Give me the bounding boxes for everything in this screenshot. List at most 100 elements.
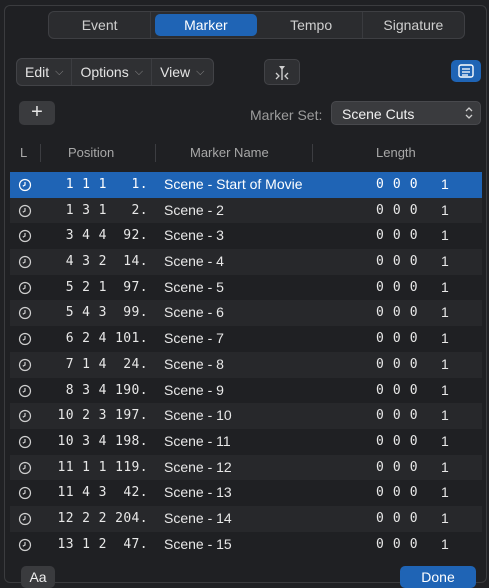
table-row[interactable]: 11 4 3 42. Scene - 13 0 0 0 1 — [10, 480, 482, 506]
marker-position[interactable]: 5 2 1 97. — [40, 275, 148, 301]
marker-length[interactable]: 0 0 0 — [376, 455, 418, 481]
marker-length[interactable]: 0 0 0 — [376, 249, 418, 275]
lock-clock-icon[interactable] — [18, 178, 32, 192]
marker-name[interactable]: Scene - 10 — [164, 403, 232, 429]
marker-position[interactable]: 10 3 4 198. — [40, 429, 148, 455]
table-row[interactable]: 10 3 4 198. Scene - 11 0 0 0 1 — [10, 429, 482, 455]
marker-position[interactable]: 8 3 4 190. — [40, 378, 148, 404]
table-row[interactable]: 5 2 1 97. Scene - 5 0 0 0 1 — [10, 275, 482, 301]
lock-clock-icon[interactable] — [18, 461, 32, 475]
marker-length-ticks[interactable]: 1 — [441, 172, 449, 198]
lock-clock-icon[interactable] — [18, 486, 32, 500]
marker-length[interactable]: 0 0 0 — [376, 300, 418, 326]
lock-clock-icon[interactable] — [18, 229, 32, 243]
table-row[interactable]: 10 2 3 197. Scene - 10 0 0 0 1 — [10, 403, 482, 429]
table-row[interactable]: 7 1 4 24. Scene - 8 0 0 0 1 — [10, 351, 482, 378]
table-row[interactable]: 5 4 3 99. Scene - 6 0 0 0 1 — [10, 300, 482, 327]
marker-name[interactable]: Scene - 11 — [164, 429, 231, 455]
marker-length[interactable]: 0 0 0 — [376, 223, 418, 249]
marker-position[interactable]: 11 1 1 119. — [40, 455, 148, 481]
edit-menu[interactable]: Edit ⌵ — [17, 59, 73, 85]
column-header-length[interactable]: Length — [376, 138, 416, 168]
table-row[interactable]: 4 3 2 14. Scene - 4 0 0 0 1 — [10, 249, 482, 275]
table-row[interactable]: 8 3 4 190. Scene - 9 0 0 0 1 — [10, 378, 482, 404]
table-row[interactable]: 12 2 2 204. Scene - 14 0 0 0 1 — [10, 505, 482, 532]
catch-playhead-button[interactable] — [264, 59, 300, 85]
marker-length[interactable]: 0 0 0 — [376, 172, 418, 198]
marker-name[interactable]: Scene - 9 — [164, 378, 224, 404]
marker-length-ticks[interactable]: 1 — [441, 198, 449, 224]
marker-position[interactable]: 7 1 4 24. — [40, 352, 148, 378]
marker-length-ticks[interactable]: 1 — [441, 532, 449, 558]
marker-length-ticks[interactable]: 1 — [441, 429, 449, 455]
marker-position[interactable]: 5 4 3 99. — [40, 300, 148, 326]
marker-length-ticks[interactable]: 1 — [441, 378, 449, 404]
lock-clock-icon[interactable] — [18, 384, 32, 398]
column-header-l[interactable]: L — [20, 138, 27, 168]
options-menu[interactable]: Options ⌵ — [72, 59, 153, 85]
marker-length[interactable]: 0 0 0 — [376, 326, 418, 352]
list-view-button[interactable] — [451, 60, 481, 82]
lock-clock-icon[interactable] — [18, 204, 32, 218]
marker-length-ticks[interactable]: 1 — [441, 300, 449, 326]
lock-clock-icon[interactable] — [18, 409, 32, 423]
marker-length[interactable]: 0 0 0 — [376, 352, 418, 378]
marker-position[interactable]: 1 1 1 1. — [40, 172, 148, 198]
marker-name[interactable]: Scene - 4 — [164, 249, 224, 275]
marker-length[interactable]: 0 0 0 — [376, 506, 418, 532]
marker-name[interactable]: Scene - 7 — [164, 326, 224, 352]
column-header-marker-name[interactable]: Marker Name — [190, 138, 269, 168]
table-row[interactable]: 13 1 2 47. Scene - 15 0 0 0 1 — [10, 532, 482, 558]
marker-length[interactable]: 0 0 0 — [376, 403, 418, 429]
tab-tempo[interactable]: Tempo — [261, 12, 363, 38]
marker-length[interactable]: 0 0 0 — [376, 275, 418, 301]
lock-clock-icon[interactable] — [18, 538, 32, 552]
marker-length-ticks[interactable]: 1 — [441, 506, 449, 532]
marker-position[interactable]: 12 2 2 204. — [40, 506, 148, 532]
marker-position[interactable]: 13 1 2 47. — [40, 532, 148, 558]
marker-position[interactable]: 10 2 3 197. — [40, 403, 148, 429]
marker-length-ticks[interactable]: 1 — [441, 223, 449, 249]
lock-clock-icon[interactable] — [18, 332, 32, 346]
table-row[interactable]: 1 3 1 2. Scene - 2 0 0 0 1 — [10, 197, 482, 224]
table-row[interactable]: 11 1 1 119. Scene - 12 0 0 0 1 — [10, 454, 482, 481]
table-row[interactable]: 6 2 4 101. Scene - 7 0 0 0 1 — [10, 326, 482, 352]
marker-set-select[interactable]: Scene Cuts — [331, 101, 481, 125]
marker-length-ticks[interactable]: 1 — [441, 249, 449, 275]
tab-signature[interactable]: Signature — [363, 12, 464, 38]
marker-name[interactable]: Scene - 5 — [164, 275, 224, 301]
marker-name[interactable]: Scene - 8 — [164, 352, 224, 378]
marker-length[interactable]: 0 0 0 — [376, 532, 418, 558]
marker-name[interactable]: Scene - 15 — [164, 532, 232, 558]
marker-length-ticks[interactable]: 1 — [441, 326, 449, 352]
marker-name[interactable]: Scene - 14 — [164, 506, 232, 532]
tab-marker[interactable]: Marker — [155, 14, 257, 36]
marker-length[interactable]: 0 0 0 — [376, 378, 418, 404]
marker-name[interactable]: Scene - 2 — [164, 198, 224, 224]
lock-clock-icon[interactable] — [18, 358, 32, 372]
add-marker-button[interactable]: + — [19, 101, 55, 125]
marker-length[interactable]: 0 0 0 — [376, 480, 418, 506]
marker-position[interactable]: 11 4 3 42. — [40, 480, 148, 506]
marker-length-ticks[interactable]: 1 — [441, 403, 449, 429]
table-row[interactable]: 1 1 1 1. Scene - Start of Movie 0 0 0 1 — [10, 172, 482, 198]
marker-name[interactable]: Scene - 12 — [164, 455, 232, 481]
marker-length-ticks[interactable]: 1 — [441, 455, 449, 481]
marker-name[interactable]: Scene - 6 — [164, 300, 224, 326]
table-row[interactable]: 3 4 4 92. Scene - 3 0 0 0 1 — [10, 223, 482, 249]
view-menu[interactable]: View ⌵ — [152, 59, 212, 85]
lock-clock-icon[interactable] — [18, 512, 32, 526]
lock-clock-icon[interactable] — [18, 281, 32, 295]
marker-length[interactable]: 0 0 0 — [376, 198, 418, 224]
marker-length[interactable]: 0 0 0 — [376, 429, 418, 455]
marker-position[interactable]: 6 2 4 101. — [40, 326, 148, 352]
marker-name[interactable]: Scene - 13 — [164, 480, 232, 506]
marker-length-ticks[interactable]: 1 — [441, 352, 449, 378]
marker-length-ticks[interactable]: 1 — [441, 275, 449, 301]
lock-clock-icon[interactable] — [18, 255, 32, 269]
tab-event[interactable]: Event — [49, 12, 152, 38]
marker-position[interactable]: 3 4 4 92. — [40, 223, 148, 249]
marker-length-ticks[interactable]: 1 — [441, 480, 449, 506]
marker-name[interactable]: Scene - 3 — [164, 223, 224, 249]
lock-clock-icon[interactable] — [18, 306, 32, 320]
